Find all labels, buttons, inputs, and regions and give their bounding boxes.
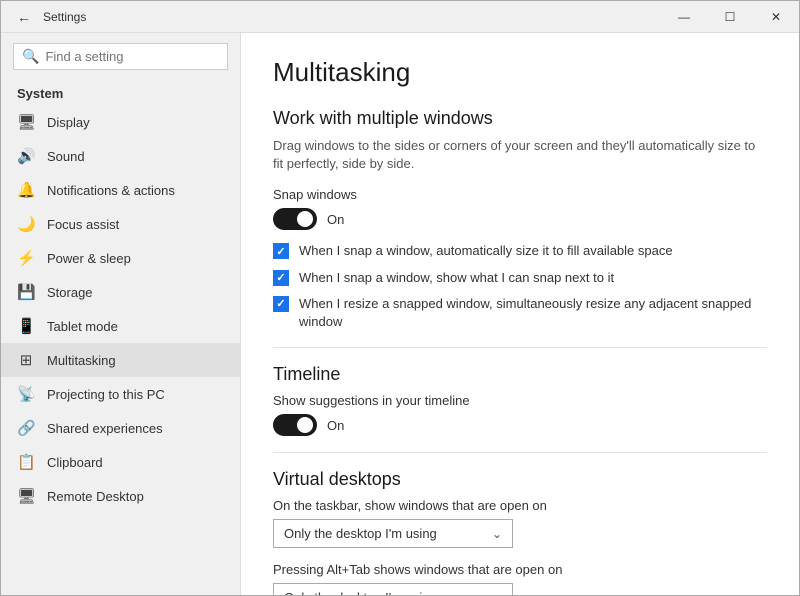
display-icon: 🖥	[17, 113, 35, 131]
page-title: Multitasking	[273, 57, 767, 88]
sidebar-item-label: Remote Desktop	[47, 489, 144, 504]
altTab-dropdown-arrow: ⌄	[492, 591, 502, 595]
sidebar-item-tablet-mode[interactable]: 📱 Tablet mode	[1, 309, 240, 343]
section1-title: Work with multiple windows	[273, 108, 767, 129]
snap-toggle-row: On	[273, 208, 767, 230]
sidebar-item-label: Projecting to this PC	[47, 387, 165, 402]
taskbar-dropdown[interactable]: Only the desktop I'm using ⌄	[273, 519, 513, 548]
back-button[interactable]: ←	[13, 5, 35, 29]
sidebar-item-label: Sound	[47, 149, 85, 164]
sidebar-item-label: Tablet mode	[47, 319, 118, 334]
snap-toggle-knob	[297, 211, 313, 227]
sidebar-section-label: System	[1, 80, 240, 105]
suggestions-label: Show suggestions in your timeline	[273, 393, 767, 408]
sound-icon: 🔊	[17, 147, 35, 165]
focus-assist-icon: 🌙	[17, 215, 35, 233]
sidebar-item-projecting[interactable]: 📡 Projecting to this PC	[1, 377, 240, 411]
sidebar-item-label: Power & sleep	[47, 251, 131, 266]
section2-title: Timeline	[273, 364, 767, 385]
checkbox-row-1[interactable]: When I snap a window, automatically size…	[273, 242, 767, 260]
snap-toggle[interactable]	[273, 208, 317, 230]
content-area: 🔍 System 🖥 Display 🔊 Sound 🔔 Notificatio…	[1, 33, 799, 595]
shared-experiences-icon: 🔗	[17, 419, 35, 437]
sidebar-item-multitasking[interactable]: ⊞ Multitasking	[1, 343, 240, 377]
snap-toggle-label: On	[327, 212, 344, 227]
search-box[interactable]: 🔍	[13, 43, 228, 70]
timeline-toggle-label: On	[327, 418, 344, 433]
checkbox-row-2[interactable]: When I snap a window, show what I can sn…	[273, 269, 767, 287]
sidebar-item-label: Notifications & actions	[47, 183, 175, 198]
altTab-label: Pressing Alt+Tab shows windows that are …	[273, 562, 767, 577]
title-bar-title: Settings	[43, 10, 86, 24]
search-icon: 🔍	[22, 48, 39, 65]
checkbox-3-text: When I resize a snapped window, simultan…	[299, 295, 767, 331]
checkbox-3[interactable]	[273, 296, 289, 312]
timeline-toggle-row: On	[273, 414, 767, 436]
sidebar-item-power-sleep[interactable]: ⚡ Power & sleep	[1, 241, 240, 275]
checkbox-1[interactable]	[273, 243, 289, 259]
sidebar-item-storage[interactable]: 💾 Storage	[1, 275, 240, 309]
power-sleep-icon: ⚡	[17, 249, 35, 267]
title-bar: ← Settings — ☐ ✕	[1, 1, 799, 33]
altTab-dropdown[interactable]: Only the desktop I'm using ⌄	[273, 583, 513, 595]
section1-desc: Drag windows to the sides or corners of …	[273, 137, 767, 173]
divider-2	[273, 452, 767, 453]
settings-window: ← Settings — ☐ ✕ 🔍 System 🖥 Display 🔊 So…	[0, 0, 800, 596]
sidebar-item-remote-desktop[interactable]: 🖥 Remote Desktop	[1, 479, 240, 513]
main-content: Multitasking Work with multiple windows …	[241, 33, 799, 595]
sidebar-item-label: Display	[47, 115, 90, 130]
sidebar-item-clipboard[interactable]: 📋 Clipboard	[1, 445, 240, 479]
checkbox-row-3[interactable]: When I resize a snapped window, simultan…	[273, 295, 767, 331]
search-input[interactable]	[45, 49, 219, 64]
taskbar-dropdown-arrow: ⌄	[492, 527, 502, 541]
notifications-icon: 🔔	[17, 181, 35, 199]
sidebar-item-sound[interactable]: 🔊 Sound	[1, 139, 240, 173]
multitasking-icon: ⊞	[17, 351, 35, 369]
close-button[interactable]: ✕	[753, 1, 799, 33]
remote-desktop-icon: 🖥	[17, 487, 35, 505]
timeline-toggle[interactable]	[273, 414, 317, 436]
timeline-toggle-knob	[297, 417, 313, 433]
sidebar-item-shared-experiences[interactable]: 🔗 Shared experiences	[1, 411, 240, 445]
maximize-button[interactable]: ☐	[707, 1, 753, 33]
sidebar-item-label: Multitasking	[47, 353, 116, 368]
snap-label: Snap windows	[273, 187, 767, 202]
sidebar-item-label: Focus assist	[47, 217, 119, 232]
taskbar-dropdown-value: Only the desktop I'm using	[284, 526, 437, 541]
storage-icon: 💾	[17, 283, 35, 301]
minimize-button[interactable]: —	[661, 1, 707, 33]
sidebar-item-label: Shared experiences	[47, 421, 163, 436]
sidebar-item-label: Storage	[47, 285, 93, 300]
checkbox-2-text: When I snap a window, show what I can sn…	[299, 269, 614, 287]
checkbox-2[interactable]	[273, 270, 289, 286]
divider-1	[273, 347, 767, 348]
sidebar-item-label: Clipboard	[47, 455, 103, 470]
checkbox-1-text: When I snap a window, automatically size…	[299, 242, 673, 260]
clipboard-icon: 📋	[17, 453, 35, 471]
altTab-dropdown-value: Only the desktop I'm using	[284, 590, 437, 595]
tablet-mode-icon: 📱	[17, 317, 35, 335]
sidebar-item-notifications[interactable]: 🔔 Notifications & actions	[1, 173, 240, 207]
sidebar-item-display[interactable]: 🖥 Display	[1, 105, 240, 139]
sidebar: 🔍 System 🖥 Display 🔊 Sound 🔔 Notificatio…	[1, 33, 241, 595]
projecting-icon: 📡	[17, 385, 35, 403]
taskbar-label: On the taskbar, show windows that are op…	[273, 498, 767, 513]
title-bar-controls: — ☐ ✕	[661, 1, 799, 33]
title-bar-left: ← Settings	[13, 5, 86, 29]
section3-title: Virtual desktops	[273, 469, 767, 490]
sidebar-item-focus-assist[interactable]: 🌙 Focus assist	[1, 207, 240, 241]
